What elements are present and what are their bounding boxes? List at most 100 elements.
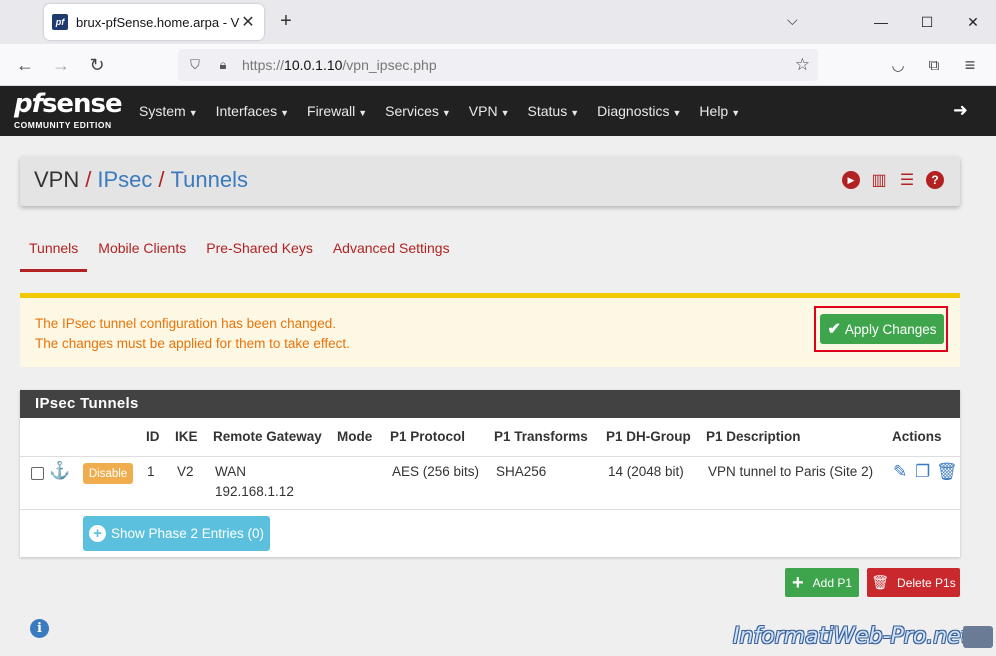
menu-status[interactable]: Status ▼ [528,103,580,119]
chevron-down-icon[interactable]: ⌵ [787,12,798,29]
caret-down-icon: ▼ [672,108,682,118]
col-remote-gateway: Remote Gateway [213,429,322,444]
new-tab-icon[interactable]: + [276,10,296,33]
pfsense-logo[interactable]: pfsense COMMUNITY EDITION [14,89,124,134]
logout-icon[interactable]: ➜ [953,100,968,121]
tab-tunnels[interactable]: Tunnels [20,232,88,272]
edit-pencil-icon[interactable]: ✎ [893,462,907,482]
pocket-icon[interactable]: ◡ [886,53,910,77]
breadcrumb-tunnels[interactable]: Tunnels [171,167,248,192]
browser-tab-title: brux-pfSense.home.arpa - VPN [76,14,240,30]
caret-down-icon: ▼ [188,108,198,118]
delete-p1s-button[interactable]: 🗑︎ Delete P1s [867,568,960,597]
breadcrumb-ipsec[interactable]: IPsec [97,167,152,192]
pfsense-favicon-icon: pf [52,14,68,30]
panel-title: IPsec Tunnels [20,390,960,418]
plus-circle-icon: + [88,525,106,542]
breadcrumb-vpn: VPN [34,167,80,192]
main-menu: System ▼ Interfaces ▼ Firewall ▼ Services ▼ … [139,86,758,136]
col-ike: IKE [175,429,198,444]
breadcrumb-bar: VPN / IPsec / Tunnels ▶ ▥ ☰ ? [20,156,960,206]
col-mode: Mode [337,429,373,444]
cell-description: VPN tunnel to Paris (Site 2) [708,464,874,479]
cell-transforms: SHA256 [496,464,547,479]
menu-services[interactable]: Services ▼ [385,103,451,119]
header-divider [20,456,960,457]
config-changed-alert: The IPsec tunnel configuration has been … [20,293,960,367]
breadcrumb: VPN / IPsec / Tunnels [34,167,248,192]
caret-down-icon: ▼ [280,108,290,118]
col-id: ID [146,429,160,444]
shield-icon[interactable]: ⛉ [184,57,206,73]
minimize-icon[interactable]: — [858,0,904,44]
col-p1-description: P1 Description [706,429,801,444]
cell-id: 1 [147,464,155,479]
alert-message: The IPsec tunnel configuration has been … [35,316,350,351]
logo-edition: COMMUNITY EDITION [14,120,112,130]
col-p1-transforms: P1 Transforms [494,429,588,444]
menu-diagnostics[interactable]: Diagnostics ▼ [597,103,681,119]
menu-vpn[interactable]: VPN ▼ [469,103,510,119]
watermark-text: InformatiWeb-Pro.net [733,624,970,649]
play-service-icon[interactable]: ▶ [842,171,860,189]
cell-gateway-ip: 192.168.1.12 [215,484,294,499]
apply-changes-button[interactable]: ✔ Apply Changes [820,314,944,344]
help-icon[interactable]: ? [926,171,944,189]
check-icon: ✔ [827,321,841,338]
disable-button[interactable]: Disable [83,463,133,484]
pfsense-header: pfsense COMMUNITY EDITION System ▼ Interf… [0,86,996,136]
browser-tab-bar: pf brux-pfSense.home.arpa - VPN ✕ + ⌵ — … [0,0,996,44]
trash-icon[interactable]: 🗑︎ [936,462,958,482]
bookmark-star-icon[interactable]: ☆ [795,55,810,75]
breadcrumb-actions: ▶ ▥ ☰ ? [842,171,944,189]
anchor-icon[interactable]: ⚓ [49,461,70,481]
caret-down-icon: ▼ [500,108,510,118]
log-list-icon[interactable]: ☰ [898,171,916,189]
copy-icon[interactable]: ❐ [915,462,930,482]
row-checkbox[interactable] [31,467,44,480]
info-icon[interactable]: i [30,619,49,638]
col-actions: Actions [892,429,942,444]
caret-down-icon: ▼ [570,108,580,118]
caret-down-icon: ▼ [358,108,368,118]
tab-mobile-clients[interactable]: Mobile Clients [89,232,195,272]
row-divider [20,509,960,510]
menu-interfaces[interactable]: Interfaces ▼ [216,103,289,119]
caret-down-icon: ▼ [441,108,451,118]
col-p1-dh-group: P1 DH-Group [606,429,691,444]
show-phase2-button[interactable]: + Show Phase 2 Entries (0) [83,516,270,551]
add-p1-button[interactable]: + Add P1 [785,568,859,597]
browser-nav-bar: ← → ↻ ⛉ 🔒︎ https://10.0.1.10/vpn_ipsec.p… [0,44,996,86]
extensions-icon[interactable]: ⧉ [922,53,946,77]
cell-dh-group: 14 (2048 bit) [608,464,684,479]
maximize-icon[interactable]: ☐ [904,0,950,44]
ipsec-tunnels-panel: IPsec Tunnels ID IKE Remote Gateway Mode… [20,390,960,557]
reload-icon[interactable]: ↻ [85,53,109,77]
cell-gateway-iface: WAN [215,464,246,479]
cell-protocol: AES (256 bits) [392,464,480,479]
watermark-logo [963,626,993,648]
close-window-icon[interactable]: ✕ [950,0,996,44]
caret-down-icon: ▼ [731,108,741,118]
menu-firewall[interactable]: Firewall ▼ [307,103,367,119]
close-tab-icon[interactable]: ✕ [240,12,256,32]
window-controls: — ☐ ✕ [858,0,996,44]
forward-arrow-icon[interactable]: → [49,53,73,77]
menu-icon[interactable]: ≡ [958,53,982,77]
cell-ike: V2 [177,464,194,479]
trash-icon: 🗑︎ [871,574,890,590]
tab-pre-shared-keys[interactable]: Pre-Shared Keys [197,232,322,272]
apply-highlight-box: ✔ Apply Changes [814,306,948,352]
tab-advanced-settings[interactable]: Advanced Settings [324,232,459,272]
menu-system[interactable]: System ▼ [139,103,198,119]
browser-tab[interactable]: pf brux-pfSense.home.arpa - VPN ✕ [44,4,264,40]
bar-chart-icon[interactable]: ▥ [870,171,888,189]
col-p1-protocol: P1 Protocol [390,429,466,444]
url-text: https://10.0.1.10/vpn_ipsec.php [242,57,437,73]
back-arrow-icon[interactable]: ← [13,53,37,77]
tab-nav: Tunnels Mobile Clients Pre-Shared Keys A… [20,232,461,272]
address-bar[interactable]: ⛉ 🔒︎ https://10.0.1.10/vpn_ipsec.php ☆ [178,49,818,81]
menu-help[interactable]: Help ▼ [699,103,740,119]
plus-icon: + [791,571,804,594]
lock-icon[interactable]: 🔒︎ [212,57,234,73]
